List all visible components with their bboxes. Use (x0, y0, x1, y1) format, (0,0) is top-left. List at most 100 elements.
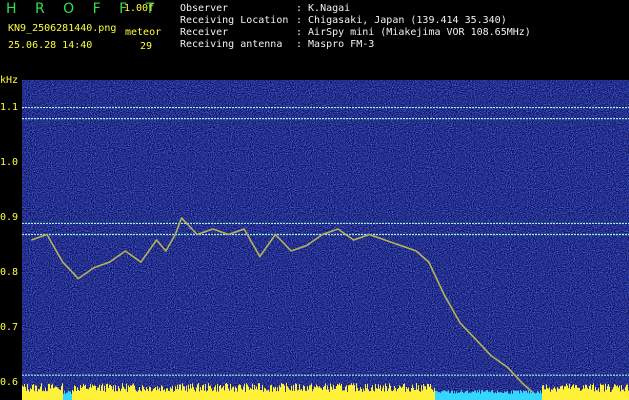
floor-bar (316, 384, 317, 400)
floor-bar (487, 390, 488, 400)
floor-bar (429, 386, 430, 400)
floor-bar (94, 385, 95, 400)
floor-bar (73, 391, 74, 400)
floor-bar (327, 385, 328, 400)
receiver-value: : AirSpy mini (Miakejima VOR 108.65MHz) (296, 27, 531, 38)
floor-bar (225, 383, 226, 400)
floor-bar (622, 389, 623, 400)
header-panel: H R O F F T 1.00f KN9_2506281440.png met… (0, 0, 629, 74)
floor-bar (196, 387, 197, 400)
floor-bar (209, 385, 210, 400)
floor-bar (71, 393, 72, 400)
floor-bar (541, 393, 542, 400)
floor-bar (361, 389, 362, 400)
floor-bar (395, 388, 396, 400)
floor-bar (296, 383, 297, 400)
floor-bar (568, 388, 569, 400)
floor-bar (333, 384, 334, 400)
floor-bar (483, 391, 484, 400)
floor-bar (49, 384, 50, 400)
floor-bar (258, 383, 259, 400)
floor-bar (539, 393, 540, 400)
floor-bar (472, 391, 473, 400)
floor-bar (496, 393, 497, 400)
floor-bar (396, 391, 397, 400)
floor-bar (425, 386, 426, 400)
floor-bar (255, 388, 256, 400)
floor-bar (435, 391, 436, 400)
floor-bar (210, 385, 211, 400)
floor-bar (443, 390, 444, 400)
floor-bar (492, 390, 493, 400)
floor-bar (298, 390, 299, 400)
floor-bar (302, 390, 303, 400)
floor-bar (66, 392, 67, 400)
floor-bar (167, 388, 168, 400)
antenna-value: : Maspro FM-3 (296, 39, 375, 50)
floor-bar (551, 389, 552, 400)
floor-bar (284, 385, 285, 400)
floor-bar (131, 385, 132, 400)
floor-bar (451, 390, 452, 400)
floor-bar (90, 384, 91, 400)
floor-bar (101, 385, 102, 400)
floor-bar (241, 388, 242, 400)
floor-bar (85, 384, 86, 400)
floor-bar (285, 391, 286, 400)
floor-bar (42, 391, 43, 400)
floor-bar (198, 383, 199, 400)
floor-bar (280, 387, 281, 400)
floor-bar (446, 391, 447, 400)
floor-bar (604, 391, 605, 400)
floor-bar (292, 390, 293, 400)
floor-bar (229, 390, 230, 400)
floor-bar (115, 385, 116, 400)
floor-bar (214, 387, 215, 400)
floor-bar (183, 385, 184, 400)
location-label: Receiving Location (180, 15, 289, 26)
floor-bar (27, 384, 28, 400)
floor-bar (466, 390, 467, 400)
floor-bar (246, 383, 247, 400)
floor-bar (431, 388, 432, 400)
floor-bar (511, 390, 512, 400)
floor-bar (153, 388, 154, 400)
floor-bar (184, 386, 185, 400)
spectrogram-plot (22, 80, 629, 400)
floor-bar (63, 393, 64, 400)
floor-bar (220, 385, 221, 400)
floor-bar (387, 391, 388, 400)
floor-bar (598, 388, 599, 400)
floor-bar (605, 383, 606, 400)
floor-bar (597, 390, 598, 400)
floor-bar (567, 385, 568, 400)
floor-bar (478, 392, 479, 400)
floor-bar (186, 385, 187, 400)
floor-bar (265, 388, 266, 400)
floor-bar (455, 393, 456, 400)
floor-bar (531, 392, 532, 400)
floor-bar (87, 388, 88, 400)
receiver-label: Receiver (180, 27, 229, 38)
floor-bar (155, 386, 156, 400)
floor-bar (406, 386, 407, 400)
floor-bar (89, 387, 90, 400)
floor-bar (582, 389, 583, 400)
floor-bar (261, 390, 262, 400)
floor-bar (625, 386, 626, 400)
floor-bar (610, 391, 611, 400)
floor-bar (104, 385, 105, 400)
floor-bar (538, 391, 539, 400)
floor-bar (529, 393, 530, 400)
floor-bar (412, 384, 413, 400)
floor-bar (309, 385, 310, 400)
floor-bar (300, 389, 301, 400)
floor-bar (306, 391, 307, 400)
floor-bar (454, 391, 455, 400)
floor-bar (479, 390, 480, 400)
floor-bar (366, 388, 367, 400)
floor-bar (25, 387, 26, 400)
floor-bar (200, 387, 201, 400)
floor-bar (331, 386, 332, 400)
floor-bar (234, 391, 235, 400)
